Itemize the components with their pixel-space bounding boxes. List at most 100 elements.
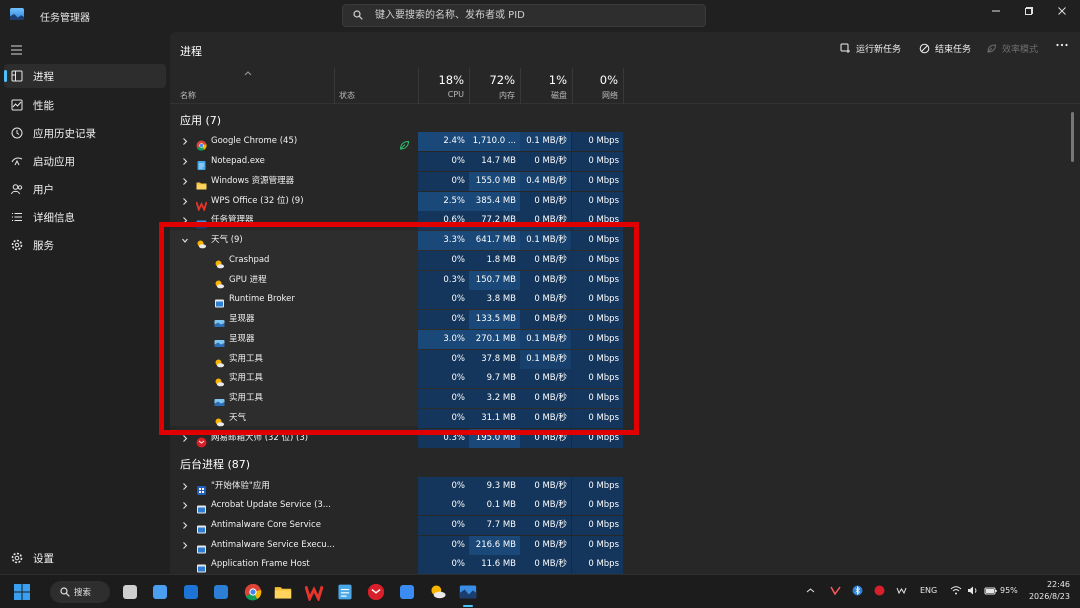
cpu-value: 0% <box>418 409 469 428</box>
weather-icon <box>196 235 207 249</box>
child-process-row[interactable]: 实用工具 0% 9.7 MB 0 MB/秒 0 Mbps <box>170 369 1080 388</box>
bluetooth-icon[interactable] <box>852 585 863 598</box>
tray-app-icon-2[interactable] <box>874 585 885 598</box>
process-name: Antimalware Core Service <box>211 520 321 530</box>
child-process-row[interactable]: 呈现器 3.0% 270.1 MB 0.1 MB/秒 0 Mbps <box>170 330 1080 349</box>
cpu-value: 0% <box>418 290 469 309</box>
chevron-right-icon[interactable] <box>182 522 188 529</box>
sidebar-item-app-history[interactable]: 应用历史记录 <box>4 121 166 145</box>
task-manager-icon <box>196 215 207 229</box>
sidebar-item-startup-apps[interactable]: 启动应用 <box>4 149 166 173</box>
hamburger-menu-icon[interactable] <box>10 44 24 56</box>
chevron-right-icon[interactable] <box>182 502 188 509</box>
wps-icon[interactable] <box>304 583 324 603</box>
search-input[interactable] <box>375 7 695 24</box>
process-name: Windows 资源管理器 <box>211 176 295 186</box>
disk-value: 0 MB/秒 <box>520 409 571 428</box>
process-row[interactable]: Windows 资源管理器 0% 155.0 MB 0.4 MB/秒 0 Mbps <box>170 172 1080 191</box>
chevron-right-icon[interactable] <box>182 198 188 205</box>
copilot-icon[interactable] <box>151 583 169 601</box>
wifi-icon[interactable] <box>950 585 962 598</box>
process-row[interactable]: Notepad.exe 0% 14.7 MB 0 MB/秒 0 Mbps <box>170 152 1080 171</box>
minimize-button[interactable] <box>978 0 1014 22</box>
child-process-row[interactable]: 呈现器 0% 133.5 MB 0 MB/秒 0 Mbps <box>170 310 1080 329</box>
task-manager-window: 任务管理器 进程 性能 应用历史记录 <box>0 0 1080 574</box>
cpu-value: 0% <box>418 555 469 574</box>
netease-mail-icon[interactable] <box>367 583 385 601</box>
sidebar-item-processes[interactable]: 进程 <box>4 64 166 88</box>
chevron-down-icon[interactable] <box>182 237 188 244</box>
outlook-icon[interactable] <box>182 583 200 601</box>
child-process-row[interactable]: GPU 进程 0.3% 150.7 MB 0 MB/秒 0 Mbps <box>170 271 1080 290</box>
child-process-row[interactable]: 实用工具 0% 37.8 MB 0.1 MB/秒 0 Mbps <box>170 350 1080 369</box>
sidebar-item-settings[interactable]: 设置 <box>4 546 166 570</box>
store-icon[interactable] <box>212 583 230 601</box>
volume-icon[interactable] <box>967 585 979 598</box>
process-row[interactable]: 天气 (9) 3.3% 641.7 MB 0.1 MB/秒 0 Mbps <box>170 231 1080 250</box>
net-value: 0 Mbps <box>572 132 623 151</box>
tray-chevron-icon[interactable] <box>806 586 815 597</box>
process-row[interactable]: Acrobat Update Service (3... 0% 0.1 MB 0 MB… <box>170 496 1080 515</box>
tray-app-icon-1[interactable] <box>830 585 841 598</box>
battery-percent: 95% <box>1000 586 1018 595</box>
task-manager-icon[interactable] <box>459 583 477 601</box>
process-name: GPU 进程 <box>229 275 267 285</box>
process-row[interactable]: "开始体验"应用 0% 9.3 MB 0 MB/秒 0 Mbps <box>170 477 1080 496</box>
process-name: 任务管理器 <box>211 215 254 225</box>
chevron-right-icon[interactable] <box>182 435 188 442</box>
process-row[interactable]: Antimalware Service Execu... 0% 216.6 MB 0 … <box>170 536 1080 555</box>
cpu-value: 0% <box>418 389 469 408</box>
chevron-right-icon[interactable] <box>182 483 188 490</box>
maximize-button[interactable] <box>1011 0 1047 22</box>
weather-icon[interactable] <box>429 583 447 601</box>
process-name: 呈现器 <box>229 314 255 324</box>
sidebar-item-services[interactable]: 服务 <box>4 233 166 257</box>
scrollbar-thumb[interactable] <box>1071 112 1074 162</box>
close-button[interactable] <box>1044 0 1080 22</box>
child-process-row[interactable]: 实用工具 0% 3.2 MB 0 MB/秒 0 Mbps <box>170 389 1080 408</box>
app-history-icon <box>11 127 23 139</box>
mem-value: 77.2 MB <box>469 211 520 230</box>
sidebar-item-details[interactable]: 详细信息 <box>4 205 166 229</box>
start-icon[interactable] <box>13 583 31 601</box>
chevron-right-icon[interactable] <box>182 138 188 145</box>
chrome-icon[interactable] <box>244 583 262 601</box>
notepad-icon[interactable] <box>336 583 354 601</box>
sidebar-item-users[interactable]: 用户 <box>4 177 166 201</box>
process-name: Application Frame Host <box>211 559 310 569</box>
battery-icon[interactable] <box>984 585 998 598</box>
file-explorer-icon[interactable] <box>274 583 292 601</box>
process-name: Runtime Broker <box>229 294 295 304</box>
search-box[interactable] <box>342 4 706 27</box>
process-row[interactable]: WPS Office (32 位) (9) 2.5% 385.4 MB 0 MB/秒 0… <box>170 192 1080 212</box>
search-icon <box>60 587 70 597</box>
language-indicator[interactable]: ENG <box>920 586 937 595</box>
child-process-row[interactable]: 天气 0% 31.1 MB 0 MB/秒 0 Mbps <box>170 409 1080 428</box>
process-row[interactable]: 任务管理器 0.6% 77.2 MB 0 MB/秒 0 Mbps <box>170 211 1080 230</box>
cpu-value: 0% <box>418 172 469 191</box>
process-row[interactable]: 网易邮箱大师 (32 位) (3) 0.3% 195.0 MB 0 MB/秒 0 Mbp… <box>170 429 1080 448</box>
disk-value: 0 MB/秒 <box>520 251 571 270</box>
process-row[interactable]: Application Frame Host 0% 11.6 MB 0 MB/秒 0 M… <box>170 555 1080 574</box>
task-view-icon[interactable] <box>121 583 139 601</box>
process-name: Notepad.exe <box>211 156 265 166</box>
chevron-right-icon[interactable] <box>182 542 188 549</box>
disk-value: 0 MB/秒 <box>520 211 571 230</box>
child-process-row[interactable]: Runtime Broker 0% 3.8 MB 0 MB/秒 0 Mbps <box>170 290 1080 309</box>
process-name: 实用工具 <box>229 393 264 403</box>
users-icon <box>11 184 23 195</box>
process-row[interactable]: Google Chrome (45) 2.4% 1,710.0 ... 0.1 MB/… <box>170 132 1080 151</box>
child-process-row[interactable]: Crashpad 0% 1.8 MB 0 MB/秒 0 Mbps <box>170 251 1080 270</box>
chevron-right-icon[interactable] <box>182 158 188 165</box>
sidebar-item-performance[interactable]: 性能 <box>4 93 166 117</box>
tray-app-icon-3[interactable] <box>896 585 907 598</box>
taskbar-search-button[interactable]: 搜索 <box>50 581 110 603</box>
chevron-right-icon[interactable] <box>182 217 188 224</box>
process-name: Acrobat Update Service (3... <box>211 500 331 510</box>
chevron-right-icon[interactable] <box>182 178 188 185</box>
net-value: 0 Mbps <box>572 369 623 388</box>
net-value: 0 Mbps <box>572 477 623 496</box>
clock[interactable]: 22:46 2026/8/23 <box>1026 579 1070 603</box>
feishu-icon[interactable] <box>398 583 416 601</box>
process-row[interactable]: Antimalware Core Service 0% 7.7 MB 0 MB/秒 0 … <box>170 516 1080 535</box>
